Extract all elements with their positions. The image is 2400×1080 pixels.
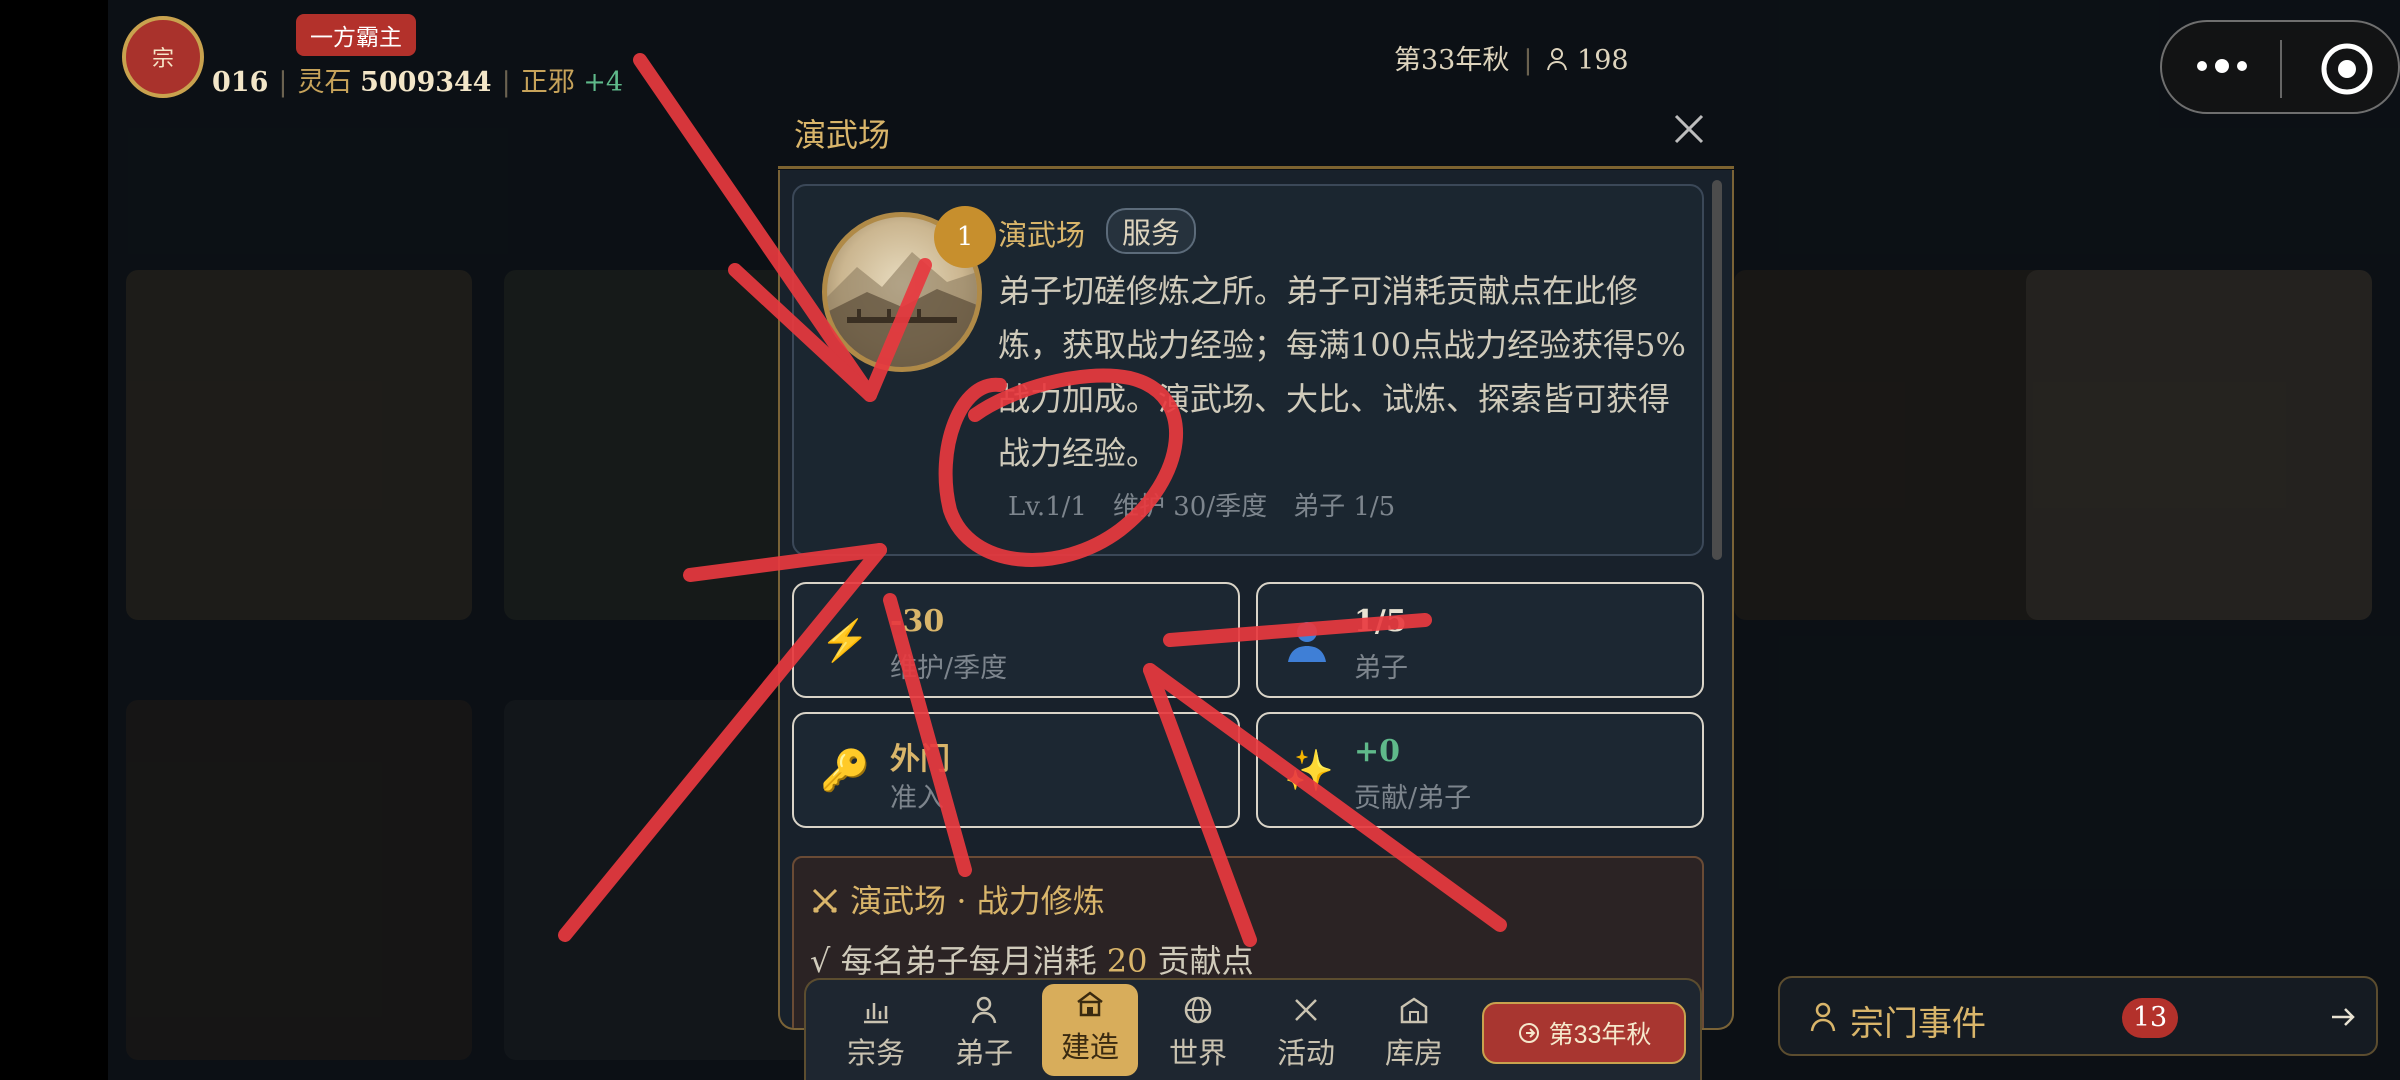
nav-label: 建造 [1060, 1032, 1119, 1064]
training-rule-amount: 20 [1106, 942, 1148, 980]
training-title-text: 演武场 · 战力修炼 [850, 882, 1105, 920]
person-icon [1547, 48, 1568, 71]
scrollbar[interactable] [1712, 180, 1722, 560]
nav-item-affairs[interactable]: 宗务 [828, 990, 924, 1076]
stat-value: +0 [1354, 734, 1401, 769]
next-season-button[interactable]: 第33年秋 [1482, 1002, 1686, 1064]
next-season-label: 第33年秋 [1548, 1021, 1652, 1049]
miniprogram-capsule [2160, 20, 2400, 114]
nav-item-disciples[interactable]: 弟子 [936, 990, 1032, 1076]
nav-item-build[interactable]: 建造 [1042, 984, 1138, 1076]
sparkles-icon: ✨ [1284, 748, 1334, 794]
sect-events-label: 宗门事件 [1850, 1004, 1986, 1044]
nav-item-warehouse[interactable]: 库房 [1366, 990, 1462, 1076]
building-meta: Lv.1/1 维护 30/季度 弟子 1/5 [1008, 492, 1396, 522]
building-detail-modal: 演武场 1 演武场 服务 弟子切磋修炼之所。弟子可消耗贡献点在此修炼，获取战力经… [778, 96, 1734, 1030]
capsule-divider [2280, 40, 2282, 98]
key-icon: 🔑 [820, 748, 870, 794]
crossed-swords-icon [1295, 999, 1317, 1021]
close-miniprogram-icon[interactable] [2320, 42, 2374, 96]
modal-title: 演武场 [794, 116, 891, 154]
nav-label: 库房 [1384, 1038, 1443, 1070]
alignment-label: 正邪 [520, 67, 575, 98]
training-rule-suffix: 贡献点 [1157, 942, 1254, 980]
bottom-nav: 宗务 弟子 建造 世界 活动 库房 第33年秋 [804, 978, 1702, 1080]
nav-label: 活动 [1276, 1038, 1335, 1070]
modal-header: 演武场 [778, 96, 1734, 169]
warehouse-icon [1400, 997, 1428, 1024]
training-title: 演武场 · 战力修炼 [810, 876, 1105, 922]
person-icon [1810, 1002, 1836, 1032]
stat-contribution: ✨ +0 贡献/弟子 [1256, 712, 1704, 828]
stat-value: -30 [890, 604, 945, 639]
season-info: 第33年秋 | 198 [1394, 45, 1629, 76]
building-name: 演武场 [998, 218, 1086, 252]
resource-bar: 016 | 灵石 5009344 | 正邪 +4 [212, 67, 624, 98]
globe-icon [1184, 996, 1212, 1024]
stat-label: 弟子 [1354, 653, 1408, 684]
events-count-badge: 13 [2122, 998, 2178, 1038]
population-count: 198 [1577, 45, 1629, 76]
lightning-icon: ⚡ [820, 618, 870, 664]
building-type-tag: 服务 [1106, 208, 1197, 254]
nav-item-activities[interactable]: 活动 [1258, 990, 1354, 1076]
close-icon[interactable] [1666, 106, 1712, 152]
building-description: 弟子切磋修炼之所。弟子可消耗贡献点在此修炼，获取战力经验；每满100点战力经验获… [998, 272, 1686, 472]
stat-value: 外门 [890, 742, 950, 777]
season-text: 第33年秋 [1394, 45, 1510, 76]
nav-item-world[interactable]: 世界 [1150, 990, 1246, 1076]
person-icon [971, 996, 997, 1024]
training-rule: √ 每名弟子每月消耗 20 贡献点 [810, 936, 1254, 982]
sect-events-button[interactable]: 宗门事件 13 [1778, 976, 2378, 1056]
nav-label: 宗务 [846, 1038, 905, 1070]
stat-maintenance: ⚡ -30 维护/季度 [792, 582, 1240, 698]
stat-access: 🔑 外门 准入 [792, 712, 1240, 828]
stat-value: 1/5 [1354, 604, 1407, 639]
stat-disciples: 1/5 弟子 [1256, 582, 1704, 698]
bar-chart-icon [864, 1003, 888, 1024]
stat-label: 贡献/弟子 [1354, 783, 1472, 814]
title-badge: 一方霸主 [296, 14, 416, 56]
stat-label: 准入 [890, 783, 944, 814]
sect-avatar[interactable]: 宗 [122, 16, 204, 98]
modal-body[interactable]: 1 演武场 服务 弟子切磋修炼之所。弟子可消耗贡献点在此修炼，获取战力经验；每满… [778, 170, 1734, 1030]
nav-label: 世界 [1168, 1038, 1227, 1070]
resource-partial-value: 016 [212, 67, 269, 98]
user-icon [1284, 618, 1330, 664]
crossed-swords-icon [812, 888, 838, 914]
level-badge: 1 [934, 206, 996, 268]
exit-arrow-icon [1518, 1023, 1539, 1043]
building-info-card: 1 演武场 服务 弟子切磋修炼之所。弟子可消耗贡献点在此修炼，获取战力经验；每满… [792, 184, 1704, 556]
avatar-text: 宗 [151, 47, 174, 72]
build-icon [1077, 991, 1103, 1017]
alignment-value: +4 [583, 67, 624, 98]
nav-label: 弟子 [954, 1038, 1013, 1070]
arrow-right-icon [2332, 1008, 2355, 1026]
stat-label: 维护/季度 [890, 653, 1008, 684]
more-icon[interactable] [2192, 46, 2252, 86]
training-rule-prefix: √ 每名弟子每月消耗 [810, 942, 1097, 980]
lingshi-value: 5009344 [360, 67, 492, 98]
lingshi-label: 灵石 [297, 67, 352, 98]
